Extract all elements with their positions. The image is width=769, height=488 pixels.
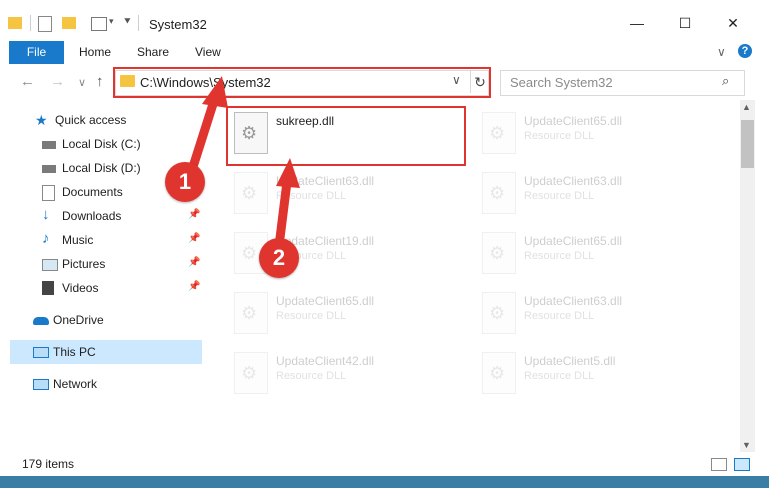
arrow-2: [275, 158, 300, 243]
scroll-up-icon[interactable]: ▲: [742, 102, 751, 112]
scroll-down-icon[interactable]: ▼: [742, 440, 751, 450]
details-view-icon[interactable]: [711, 458, 727, 471]
step-2-badge: 2: [259, 238, 299, 278]
scrollbar-thumb[interactable]: [741, 120, 754, 168]
item-count: 179 items: [22, 457, 75, 471]
arrow-1: [187, 76, 228, 175]
annotation-arrows: [187, 76, 300, 243]
large-icons-view-icon[interactable]: [734, 458, 750, 471]
status-bar: [0, 452, 769, 476]
step-1-badge: 1: [165, 162, 205, 202]
taskbar-strip: [0, 476, 769, 488]
